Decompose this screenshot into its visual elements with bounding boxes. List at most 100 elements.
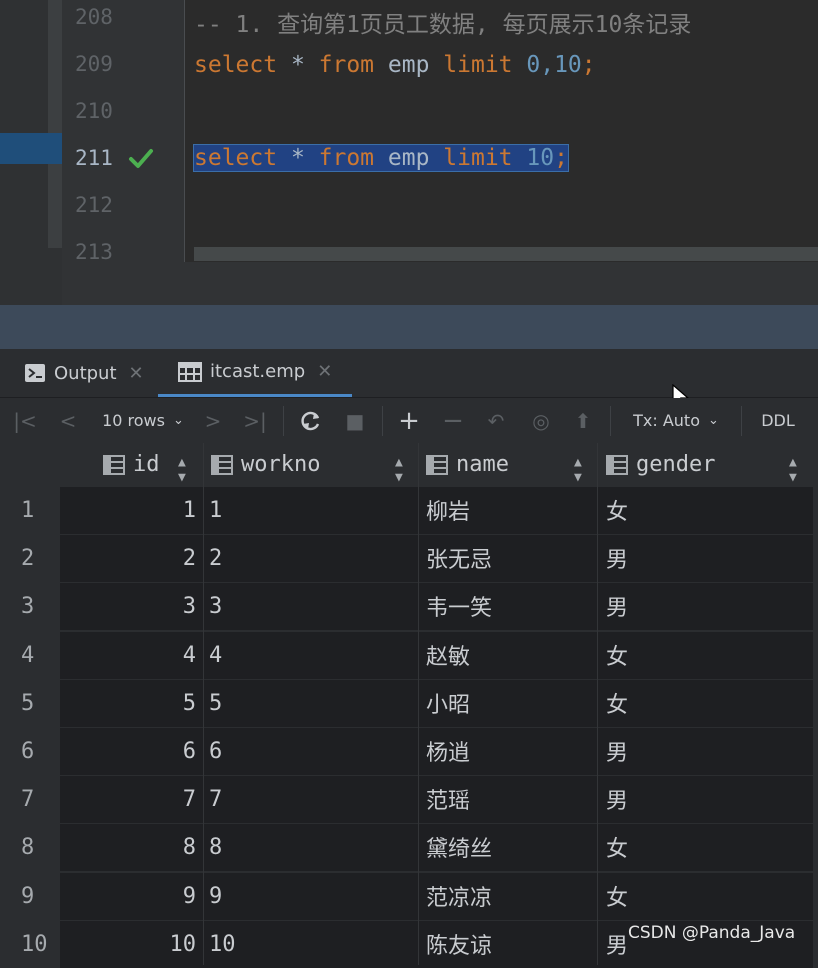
transaction-mode-dropdown[interactable]: Tx: Auto ⌄ (622, 398, 730, 443)
cell-workno[interactable]: 1 (209, 486, 409, 534)
column-icon (606, 454, 628, 475)
cell-workno[interactable]: 10 (209, 920, 409, 968)
column-header-id[interactable]: id (103, 443, 160, 486)
editor-horizontal-scrollbar[interactable] (194, 247, 818, 261)
first-page-icon[interactable]: |< (12, 398, 38, 443)
row-number[interactable]: 6 (0, 727, 60, 775)
column-header-name[interactable]: name (426, 443, 509, 486)
cell-name[interactable]: 小昭 (426, 679, 591, 727)
cell-gender[interactable]: 女 (606, 631, 806, 679)
previous-page-icon[interactable]: < (55, 398, 81, 443)
cell-gender[interactable]: 男 (606, 727, 806, 775)
transaction-mode-label: Tx: Auto (633, 411, 700, 430)
refresh-icon[interactable] (296, 398, 326, 443)
close-icon[interactable]: ✕ (317, 361, 332, 382)
cell-id[interactable]: 5 (60, 679, 196, 727)
ddl-button[interactable]: DDL (754, 398, 802, 443)
cell-id[interactable]: 6 (60, 727, 196, 775)
cell-id[interactable]: 8 (60, 823, 196, 871)
cell-workno[interactable]: 5 (209, 679, 409, 727)
sort-icon[interactable]: ▲ ▼ (178, 455, 186, 485)
row-number[interactable]: 9 (0, 872, 60, 920)
row-number[interactable]: 3 (0, 582, 60, 630)
sql-keyword: from (318, 145, 375, 171)
cell-workno[interactable]: 3 (209, 582, 409, 630)
cell-gender[interactable]: 女 (606, 823, 806, 871)
sql-number: 10 (526, 145, 555, 171)
cell-name[interactable]: 黛绮丝 (426, 823, 591, 871)
cell-id[interactable]: 3 (60, 582, 196, 630)
cell-name[interactable]: 韦一笑 (426, 582, 591, 630)
row-number[interactable]: 1 (0, 486, 60, 534)
cell-name[interactable]: 赵敏 (426, 631, 591, 679)
cell-id[interactable]: 10 (60, 920, 197, 968)
cell-name[interactable]: 范凉凉 (426, 872, 591, 920)
last-page-icon[interactable]: >| (242, 398, 268, 443)
cell-workno[interactable]: 8 (209, 823, 409, 871)
cell-gender[interactable]: 女 (606, 679, 806, 727)
cell-gender[interactable]: 男 (606, 582, 806, 630)
cell-name[interactable]: 张无忌 (426, 534, 591, 582)
editor-vertical-scrollbar[interactable] (48, 0, 62, 248)
sql-editor[interactable]: 208 209 210 211 212 213 -- 1. 查询第1页员工数据,… (0, 0, 818, 305)
cell-id[interactable]: 1 (60, 486, 196, 534)
row-number[interactable]: 4 (0, 631, 60, 679)
tab-output[interactable]: Output ✕ (24, 349, 144, 397)
cell-workno[interactable]: 9 (209, 872, 409, 920)
sql-number: 0,10 (526, 52, 582, 78)
revert-icon[interactable]: ↶ (483, 398, 509, 443)
next-page-icon[interactable]: > (200, 398, 226, 443)
code-line-209[interactable]: select * from emp limit 0,10; (194, 52, 596, 78)
cell-id[interactable]: 4 (60, 631, 196, 679)
execution-success-check-icon (129, 149, 153, 168)
row-number[interactable]: 8 (0, 823, 60, 871)
preview-changes-icon[interactable]: ◎ (527, 398, 555, 443)
cell-gender[interactable]: 女 (606, 872, 806, 920)
sort-icon[interactable]: ▲ ▼ (789, 455, 797, 485)
sort-icon[interactable]: ▲ ▼ (395, 455, 403, 485)
result-grid[interactable]: id ▲ ▼ workno ▲ ▼ name ▲ ▼ gender ▲ ▼ 1 1 1 柳岩女… (0, 443, 818, 968)
column-divider (203, 443, 204, 965)
column-header-label: workno (241, 452, 321, 477)
row-number[interactable]: 7 (0, 775, 60, 823)
cell-workno[interactable]: 6 (209, 727, 409, 775)
close-icon[interactable]: ✕ (129, 363, 144, 384)
row-number[interactable]: 5 (0, 679, 60, 727)
code-line-211[interactable]: select * from emp limit 10; (193, 144, 569, 172)
row-number[interactable]: 2 (0, 534, 60, 582)
gutter-divider (184, 0, 185, 262)
cell-name[interactable]: 范瑶 (426, 775, 591, 823)
current-line-marker (0, 133, 62, 164)
cell-workno[interactable]: 2 (209, 534, 409, 582)
cell-name[interactable]: 陈友谅 (426, 920, 591, 968)
cell-name[interactable]: 杨逍 (426, 727, 591, 775)
rows-per-page-dropdown[interactable]: 10 rows ⌄ (96, 398, 190, 443)
line-number: 210 (75, 99, 113, 123)
cell-gender[interactable]: 女 (606, 486, 806, 534)
code-line-comment[interactable]: -- 1. 查询第1页员工数据, 每页展示10条记录 (194, 5, 691, 39)
delete-row-icon[interactable]: − (440, 398, 466, 443)
sql-token: * (277, 145, 319, 171)
column-header-gender[interactable]: gender (606, 443, 715, 486)
cell-name[interactable]: 柳岩 (426, 486, 591, 534)
cell-id[interactable]: 7 (60, 775, 196, 823)
sql-keyword: from (318, 52, 375, 78)
column-header-workno[interactable]: workno (211, 443, 320, 486)
row-number[interactable]: 10 (0, 920, 60, 968)
cell-gender[interactable]: 男 (606, 775, 806, 823)
watermark: CSDN @Panda_Java (628, 923, 796, 943)
sql-token: emp (374, 145, 444, 171)
cell-id[interactable]: 9 (60, 872, 196, 920)
column-icon (426, 454, 448, 475)
sort-icon[interactable]: ▲ ▼ (574, 455, 582, 485)
cell-workno[interactable]: 4 (209, 631, 409, 679)
add-row-icon[interactable]: + (395, 398, 423, 443)
stop-icon[interactable]: ■ (342, 398, 368, 443)
tab-itcast-emp[interactable]: itcast.emp ✕ (158, 349, 353, 397)
cell-id[interactable]: 2 (60, 534, 196, 582)
submit-icon[interactable]: ⬆ (570, 398, 596, 443)
column-header-label: id (133, 452, 160, 477)
cell-workno[interactable]: 7 (209, 775, 409, 823)
cell-gender[interactable]: 男 (606, 534, 806, 582)
